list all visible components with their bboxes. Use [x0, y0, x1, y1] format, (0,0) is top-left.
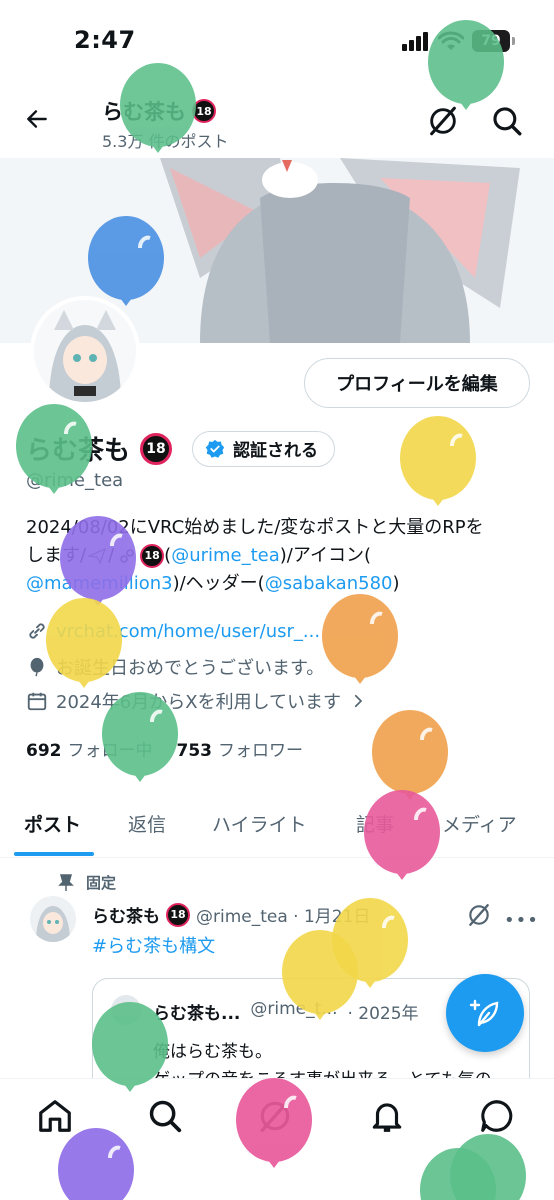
get-verified-button[interactable]: 認証される	[192, 430, 336, 467]
quoted-handle: @rime_t...	[250, 999, 338, 1019]
wifi-icon	[438, 31, 464, 50]
bio-line-3: @mamemillion3)/ヘッダー(@sabakan580)	[26, 570, 536, 598]
compose-feather-icon	[469, 999, 499, 1027]
post-grok-icon[interactable]	[466, 902, 492, 928]
bio-link-urime[interactable]: @urime_tea	[171, 545, 280, 566]
battery-indicator: 79	[472, 30, 515, 52]
bio-text: )/アイコン(	[279, 545, 371, 566]
profile-birthday-row: お誕生日おめでとうございます。	[26, 654, 324, 680]
balloon-orange	[372, 710, 448, 800]
tab-articles[interactable]: 記事	[356, 810, 394, 837]
arrow-left-icon	[27, 110, 47, 128]
tab-replies[interactable]: 返信	[128, 810, 166, 837]
profile-avatar[interactable]	[30, 296, 140, 406]
profile-website-row: vrchat.com/home/user/usr_...	[26, 620, 320, 642]
followers-link[interactable]: 753 フォロワー	[177, 736, 304, 761]
messages-bubble-icon[interactable]	[478, 1097, 516, 1135]
bio-line-2: します//18 (@urime_tea)/アイコン(	[26, 542, 536, 570]
bio-text: )	[392, 573, 400, 594]
bio-age-badge: 18	[140, 544, 165, 568]
followers-label: フォロワー	[218, 741, 303, 761]
link-icon	[29, 623, 45, 639]
bio-link-sabakan[interactable]: @sabakan580	[265, 573, 393, 594]
bio-text: します/	[26, 545, 87, 566]
balloon-orange	[322, 594, 398, 684]
profile-joined: 2024年6月からXを利用しています	[56, 692, 342, 713]
post-more-icon[interactable]: •••	[504, 910, 539, 931]
post-avatar[interactable]	[30, 896, 76, 942]
tab-posts[interactable]: ポスト	[24, 810, 81, 837]
calendar-icon	[27, 692, 47, 711]
grok-icon[interactable]	[426, 104, 460, 138]
grok-nav-icon[interactable]	[256, 1097, 294, 1135]
post-count: 5.3万 件のポスト	[102, 132, 229, 151]
avatar-illustration	[34, 300, 136, 402]
status-icons: 79	[402, 30, 515, 52]
verified-badge-icon	[205, 439, 225, 458]
edit-profile-button[interactable]: プロフィールを編集	[304, 358, 530, 408]
balloon-yellow	[400, 416, 476, 506]
age-badge: 18	[192, 99, 216, 123]
quoted-avatar	[111, 995, 141, 1025]
follow-counts: 692 フォロー中 753 フォロワー	[26, 736, 303, 761]
paper-plane-icon	[86, 547, 107, 565]
quoted-author-name: らむ茶も...	[153, 1004, 241, 1024]
profile-birthday: お誕生日おめでとうございます。	[56, 658, 325, 679]
followers-count: 753	[176, 741, 213, 761]
tab-media[interactable]: メディア	[442, 810, 517, 837]
post-header: らむ茶も 18 @rime_tea · 1月21日	[92, 902, 370, 927]
pin-icon	[58, 873, 74, 891]
post-avatar-illustration	[36, 906, 70, 942]
profile-bio: 2024/08/02にVRC始めました/変なポストと大量のRPを します/ / 18…	[26, 514, 536, 598]
bio-text: )/ヘッダー(	[172, 573, 265, 594]
following-label: フォロー中	[67, 741, 153, 761]
link-chain-icon	[120, 549, 134, 563]
balloon-icon	[30, 657, 44, 677]
post-handle-date: @rime_tea · 1月21日	[196, 907, 371, 927]
bio-line-1: 2024/08/02にVRC始めました/変なポストと大量のRPを	[26, 517, 484, 538]
status-bar: 2:47 79	[0, 0, 554, 82]
header-title: らむ茶も 18	[102, 96, 216, 126]
compose-post-button[interactable]	[446, 974, 524, 1052]
profile-name-row: らむ茶も 18 認証される	[26, 430, 336, 467]
banner-illustration	[160, 158, 520, 343]
active-tab-indicator	[14, 852, 94, 856]
bio-link-mamemillion[interactable]: @mamemillion3	[26, 573, 173, 594]
bio-text-slash: /	[108, 545, 115, 566]
chevron-right-icon	[354, 694, 363, 708]
quoted-text-line-1: 俺はらむ茶も。	[153, 1042, 272, 1062]
bottom-navigation	[0, 1078, 554, 1200]
post-age-badge: 18	[166, 902, 190, 927]
age-badge-large: 18	[140, 432, 173, 465]
pinned-label: 固定	[86, 874, 117, 892]
notifications-bell-icon[interactable]	[368, 1097, 406, 1135]
profile-top-bar: らむ茶も 18 5.3万 件のポスト	[0, 82, 554, 158]
profile-website-link[interactable]: vrchat.com/home/user/usr_...	[56, 621, 320, 642]
post-hashtag[interactable]: #らむ茶も構文	[92, 932, 215, 958]
quoted-date: · 2025年	[347, 1004, 419, 1024]
quoted-post-header: らむ茶も... @rime_t... · 2025年	[153, 999, 419, 1024]
get-verified-label: 認証される	[233, 441, 319, 461]
tab-highlights[interactable]: ハイライト	[212, 810, 307, 837]
following-count: 692	[26, 741, 62, 761]
status-time: 2:47	[74, 26, 136, 54]
profile-handle: @rime_tea	[26, 470, 124, 491]
following-link[interactable]: 692 フォロー中	[26, 736, 153, 761]
header-name: らむ茶も	[102, 100, 186, 124]
search-icon[interactable]	[490, 104, 524, 138]
display-name: らむ茶も	[26, 436, 131, 466]
profile-tabs: ポスト 返信 ハイライト 記事 メディア	[0, 796, 554, 858]
profile-joined-row[interactable]: 2024年6月からXを利用しています	[26, 688, 367, 714]
post-author-name[interactable]: らむ茶も	[92, 902, 160, 927]
explore-search-icon[interactable]	[146, 1097, 184, 1135]
back-button[interactable]	[20, 102, 54, 136]
signal-icon	[402, 32, 428, 51]
pinned-label-row: 固定	[58, 872, 116, 893]
home-icon[interactable]	[36, 1097, 74, 1135]
